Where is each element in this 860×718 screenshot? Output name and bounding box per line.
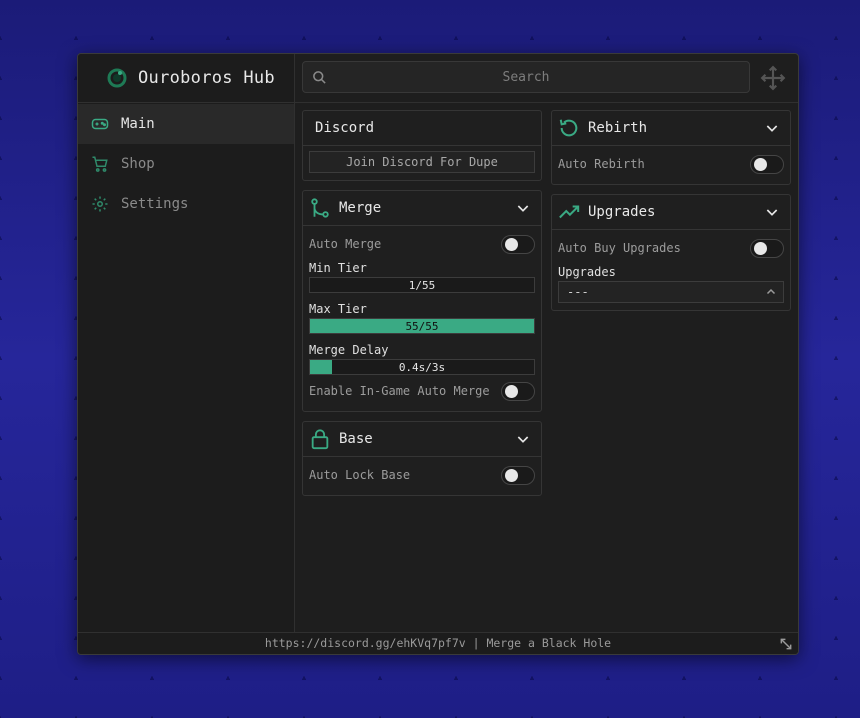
sidebar: Ouroboros Hub Main Shop Settings: [78, 54, 295, 633]
auto-merge-toggle[interactable]: [501, 234, 535, 254]
section-header[interactable]: Base: [303, 422, 541, 457]
section-title: Rebirth: [588, 120, 648, 136]
upgrades-section: Upgrades Auto Buy Upgrades Upgrades ---: [551, 194, 791, 311]
chevron-down-icon[interactable]: [764, 120, 780, 136]
merge-delay-slider[interactable]: 0.4s/3s: [309, 359, 535, 375]
right-column: Rebirth Auto Rebirth Upgrades Auto Buy U…: [551, 110, 791, 320]
auto-buy-upgrades-label: Auto Buy Upgrades: [558, 241, 681, 255]
section-header[interactable]: Rebirth: [552, 111, 790, 146]
auto-merge-label: Auto Merge: [309, 237, 382, 251]
content-area: Discord Join Discord For Dupe Merge Auto…: [295, 103, 798, 633]
rebirth-section: Rebirth Auto Rebirth: [551, 110, 791, 185]
section-title: Discord: [315, 120, 375, 136]
slider-value: 1/55: [408, 279, 436, 292]
discord-section: Discord Join Discord For Dupe: [302, 110, 542, 181]
upgrades-dropdown-label: Upgrades: [558, 265, 616, 279]
move-icon[interactable]: [760, 65, 786, 91]
auto-rebirth-label: Auto Rebirth: [558, 157, 645, 171]
trending-up-icon: [559, 205, 580, 219]
max-tier-label: Max Tier: [309, 302, 367, 316]
max-tier-slider[interactable]: 55/55: [309, 318, 535, 334]
search-box: [302, 61, 750, 93]
section-header[interactable]: Upgrades: [552, 195, 790, 230]
chevron-down-icon[interactable]: [764, 204, 780, 220]
section-title: Base: [339, 431, 373, 447]
lock-icon: [311, 429, 329, 450]
section-header[interactable]: Merge: [303, 191, 541, 226]
sidebar-item-label: Settings: [121, 196, 189, 212]
merge-delay-label: Merge Delay: [309, 343, 389, 357]
sidebar-item-main[interactable]: Main: [78, 104, 294, 144]
auto-merge-row: Auto Merge: [309, 231, 535, 257]
auto-buy-upgrades-row: Auto Buy Upgrades: [558, 235, 784, 261]
auto-buy-upgrades-toggle[interactable]: [750, 238, 784, 258]
merge-branch-icon: [311, 198, 329, 218]
sidebar-item-label: Main: [121, 116, 155, 132]
section-title: Merge: [339, 200, 382, 216]
auto-lock-base-row: Auto Lock Base: [309, 462, 535, 488]
slider-value: 55/55: [405, 320, 439, 333]
hub-window: Ouroboros Hub Main Shop Settings Search …: [77, 53, 799, 655]
brand: Ouroboros Hub: [78, 54, 294, 103]
upgrades-dropdown[interactable]: ---: [558, 281, 784, 303]
section-title: Upgrades: [588, 204, 656, 220]
join-discord-button[interactable]: Join Discord For Dupe: [309, 151, 535, 173]
footer: https://discord.gg/ehKVq7pf7v | Merge a …: [78, 632, 798, 654]
left-column: Discord Join Discord For Dupe Merge Auto…: [302, 110, 542, 505]
app-title: Ouroboros Hub: [138, 68, 275, 88]
merge-section: Merge Auto Merge Min Tier 1/55 Max Tier: [302, 190, 542, 412]
chevron-down-icon[interactable]: [515, 200, 531, 216]
ingame-auto-merge-row: Enable In-Game Auto Merge: [309, 378, 535, 404]
rebirth-rotate-icon: [559, 119, 578, 137]
footer-text: https://discord.gg/ehKVq7pf7v | Merge a …: [264, 636, 612, 650]
auto-rebirth-row: Auto Rebirth: [558, 151, 784, 177]
gamepad-icon: [91, 118, 109, 130]
cart-icon: [92, 156, 108, 172]
base-section: Base Auto Lock Base: [302, 421, 542, 496]
slider-value: 0.4s/3s: [398, 361, 446, 374]
resize-icon[interactable]: [779, 637, 793, 651]
ingame-auto-merge-label: Enable In-Game Auto Merge: [309, 384, 490, 398]
min-tier-label: Min Tier: [309, 261, 367, 275]
search-input[interactable]: [303, 62, 749, 92]
top-bar: [295, 54, 798, 103]
auto-lock-base-label: Auto Lock Base: [309, 468, 411, 482]
sidebar-item-label: Shop: [121, 156, 155, 172]
section-header: Discord: [303, 111, 541, 146]
auto-lock-base-toggle[interactable]: [501, 465, 535, 485]
ingame-auto-merge-toggle[interactable]: [501, 381, 535, 401]
auto-rebirth-toggle[interactable]: [750, 154, 784, 174]
chevron-down-icon[interactable]: [515, 431, 531, 447]
sidebar-item-shop[interactable]: Shop: [78, 144, 294, 184]
sidebar-item-settings[interactable]: Settings: [78, 184, 294, 224]
chevron-up-icon: [766, 288, 776, 295]
dropdown-value: ---: [567, 285, 589, 299]
ouroboros-logo-icon: [107, 68, 127, 88]
min-tier-slider[interactable]: 1/55: [309, 277, 535, 293]
gear-icon: [92, 196, 108, 212]
